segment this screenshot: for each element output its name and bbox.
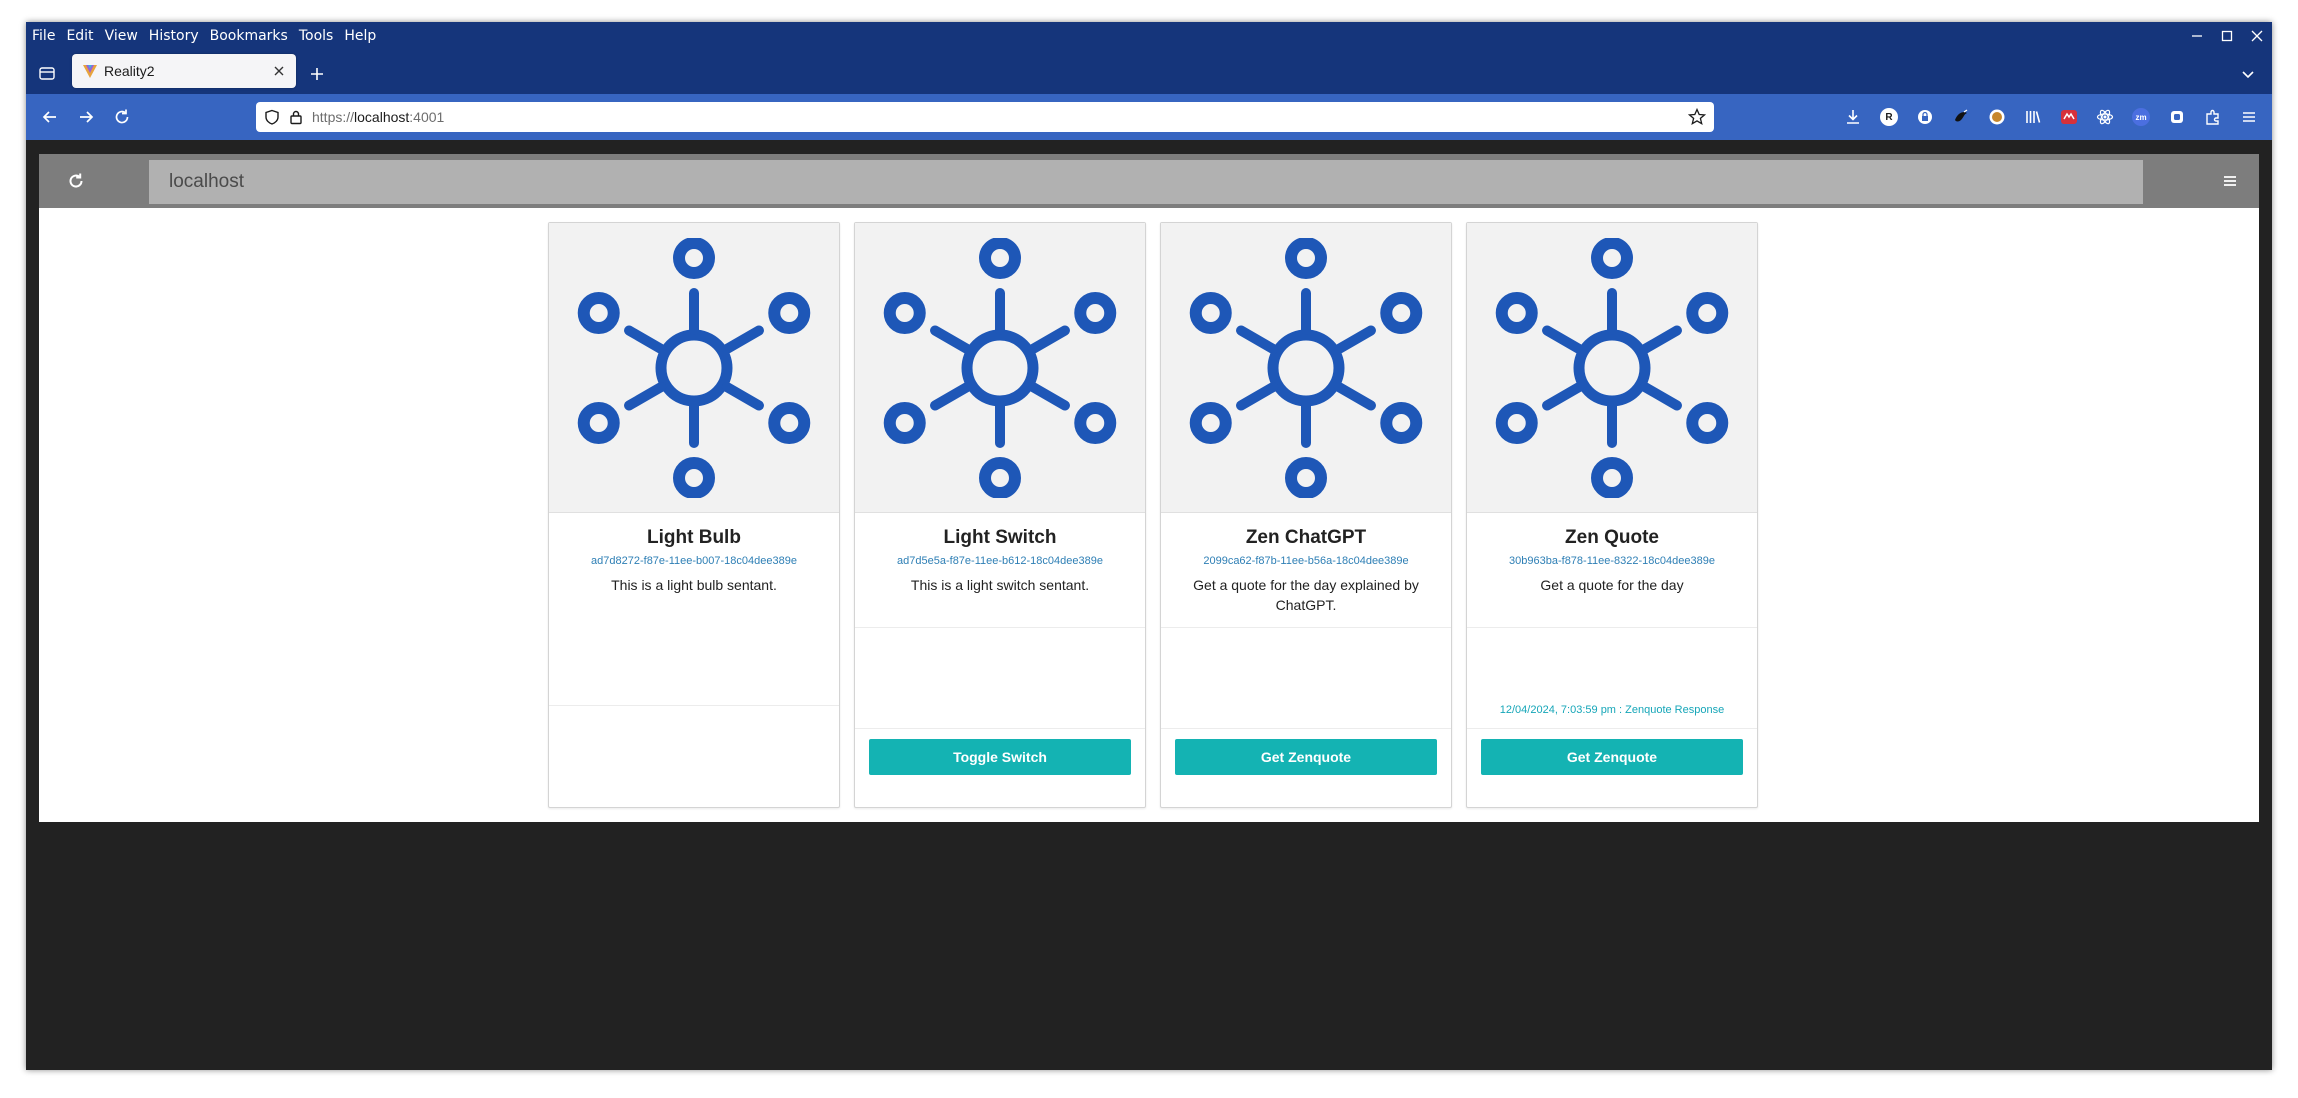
forward-icon[interactable]	[72, 103, 100, 131]
extension-zm-label: zm	[2132, 108, 2150, 126]
card-title: Light Bulb	[647, 527, 741, 548]
card-status-message: 12/04/2024, 7:03:59 pm : Zenquote Respon…	[1499, 704, 1725, 716]
extension-r-icon[interactable]: R	[1876, 104, 1902, 130]
tab-reality2[interactable]: Reality2	[72, 54, 296, 88]
card-divider	[1467, 728, 1757, 729]
bookmark-star-icon[interactable]	[1688, 108, 1706, 126]
card-id[interactable]: ad7d5e5a-f87e-11ee-b612-18c04dee389e	[855, 555, 1145, 567]
card-id[interactable]: ad7d8272-f87e-11ee-b007-18c04dee389e	[549, 555, 839, 567]
extension-bird-icon[interactable]	[1948, 104, 1974, 130]
url-bar[interactable]: https://localhost:4001	[256, 102, 1714, 132]
menu-view[interactable]: View	[105, 28, 138, 44]
extension-lock-icon[interactable]	[1912, 104, 1938, 130]
web-page: localhost Light Bulb ad7d8272-f87e-11ee-…	[39, 154, 2259, 822]
new-tab-icon[interactable]	[304, 61, 330, 87]
card-divider	[1161, 728, 1451, 729]
card-divider	[1161, 627, 1451, 628]
shield-icon[interactable]	[264, 109, 280, 125]
menu-bookmarks[interactable]: Bookmarks	[210, 28, 288, 44]
menu-history[interactable]: History	[149, 28, 199, 44]
refresh-icon[interactable]	[63, 168, 89, 194]
lock-icon[interactable]	[288, 109, 304, 125]
sentant-card-list: Light Bulb ad7d8272-f87e-11ee-b007-18c04…	[548, 222, 1772, 808]
card-description: This is a light bulb sentant.	[611, 577, 777, 593]
chevron-down-icon[interactable]	[2236, 62, 2260, 86]
app-header: localhost	[39, 154, 2259, 208]
hamburger-menu-icon[interactable]	[2217, 168, 2243, 194]
extension-square-icon[interactable]	[2164, 104, 2190, 130]
card-divider	[549, 705, 839, 706]
url-port: :4001	[409, 109, 445, 125]
app-menu-icon[interactable]	[2236, 104, 2262, 130]
tab-list-icon[interactable]	[34, 60, 60, 86]
extension-bulb-icon[interactable]	[1984, 104, 2010, 130]
card-title: Light Switch	[943, 527, 1057, 548]
sentant-card-zen-chatgpt: Zen ChatGPT 2099ca62-f87b-11ee-b56a-18c0…	[1160, 222, 1452, 808]
network-hub-icon	[1189, 237, 1423, 498]
sentant-card-light-bulb: Light Bulb ad7d8272-f87e-11ee-b007-18c04…	[548, 222, 840, 808]
back-icon[interactable]	[36, 103, 64, 131]
toggle-switch-button[interactable]: Toggle Switch	[869, 739, 1131, 775]
menu-help[interactable]: Help	[344, 28, 376, 44]
url-scheme: https://	[312, 109, 355, 125]
react-devtools-icon[interactable]	[2092, 104, 2118, 130]
menu-bar: File Edit View History Bookmarks Tools H…	[26, 22, 2272, 50]
card-image	[549, 223, 839, 513]
sentant-card-zen-quote: Zen Quote 30b963ba-f878-11ee-8322-18c04d…	[1466, 222, 1758, 808]
toolbar-extensions: R zm	[1840, 104, 2272, 130]
network-hub-icon	[577, 237, 811, 498]
network-hub-icon	[883, 237, 1117, 498]
sentant-card-light-switch: Light Switch ad7d5e5a-f87e-11ee-b612-18c…	[854, 222, 1146, 808]
maximize-icon[interactable]	[2212, 22, 2242, 50]
downloads-icon[interactable]	[1840, 104, 1866, 130]
extensions-puzzle-icon[interactable]	[2200, 104, 2226, 130]
tab-title: Reality2	[104, 63, 155, 79]
card-title: Zen ChatGPT	[1245, 527, 1367, 548]
get-zenquote-button[interactable]: Get Zenquote	[1481, 739, 1743, 775]
tab-strip: Reality2	[26, 50, 2272, 94]
card-id[interactable]: 2099ca62-f87b-11ee-b56a-18c04dee389e	[1161, 555, 1451, 567]
address-input[interactable]: localhost	[149, 160, 2143, 204]
extension-zm-icon[interactable]: zm	[2128, 104, 2154, 130]
card-image	[1161, 223, 1451, 513]
card-image	[855, 223, 1145, 513]
close-window-icon[interactable]	[2242, 22, 2272, 50]
minimize-icon[interactable]	[2182, 22, 2212, 50]
card-description: Get a quote for the day explained by Cha…	[1193, 577, 1419, 613]
address-input-text: localhost	[169, 171, 244, 192]
card-divider	[1467, 627, 1757, 628]
get-zenquote-button[interactable]: Get Zenquote	[1175, 739, 1437, 775]
network-hub-icon	[1495, 237, 1729, 498]
card-divider	[855, 728, 1145, 729]
window-controls	[2182, 22, 2272, 50]
reality2-favicon-icon	[83, 65, 97, 78]
menu-tools[interactable]: Tools	[299, 28, 334, 44]
reload-icon[interactable]	[108, 103, 136, 131]
menu-file[interactable]: File	[32, 28, 55, 44]
extension-r-label: R	[1880, 108, 1898, 126]
extension-red-icon[interactable]	[2056, 104, 2082, 130]
library-icon[interactable]	[2020, 104, 2046, 130]
card-divider	[855, 627, 1145, 628]
card-id[interactable]: 30b963ba-f878-11ee-8322-18c04dee389e	[1467, 555, 1757, 567]
navigation-bar: https://localhost:4001 R zm	[26, 94, 2272, 140]
card-description: This is a light switch sentant.	[910, 577, 1090, 593]
url-host: localhost	[354, 109, 410, 125]
menu-edit[interactable]: Edit	[66, 28, 93, 44]
close-tab-icon[interactable]	[268, 60, 290, 82]
card-description: Get a quote for the day	[1540, 577, 1684, 593]
browser-window: File Edit View History Bookmarks Tools H…	[26, 22, 2272, 1070]
card-image	[1467, 223, 1757, 513]
url-text[interactable]: https://localhost:4001	[312, 109, 444, 125]
card-title: Zen Quote	[1565, 527, 1659, 548]
